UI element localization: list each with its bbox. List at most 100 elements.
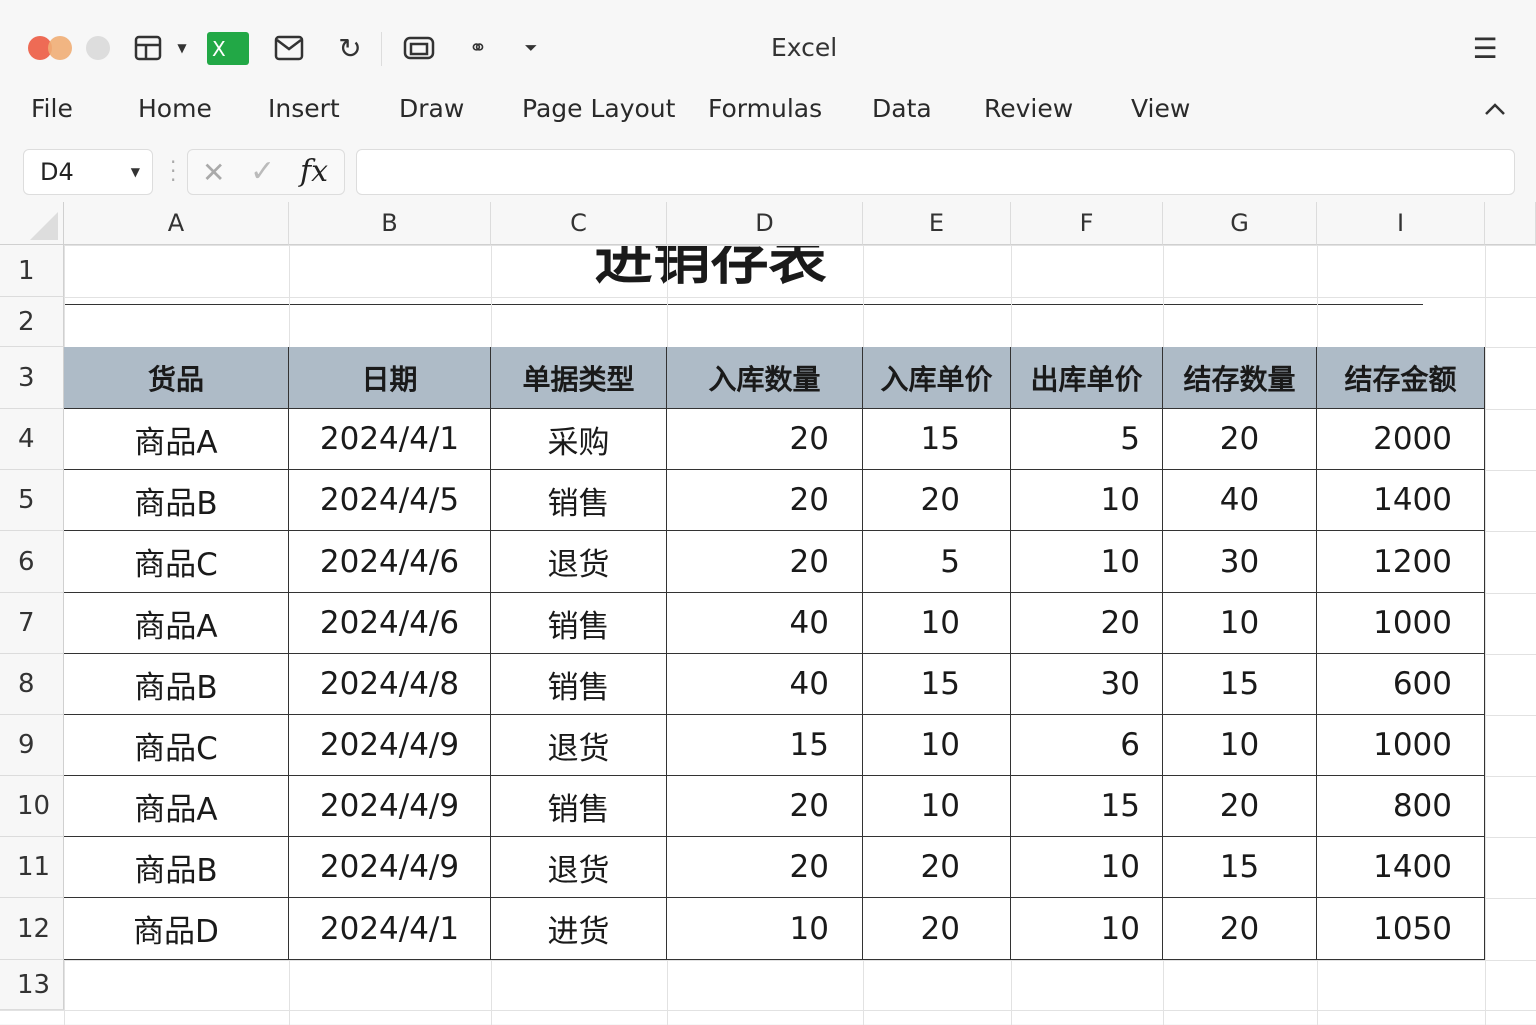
row-header-3[interactable]: 3 bbox=[0, 347, 64, 409]
table-cell[interactable]: 采购 bbox=[491, 409, 667, 470]
name-box-dropdown-icon[interactable]: ▼ bbox=[131, 165, 140, 179]
table-cell[interactable]: 15 bbox=[863, 654, 1011, 715]
table-cell[interactable]: 商品A bbox=[64, 409, 289, 470]
table-cell[interactable]: 6 bbox=[1011, 715, 1163, 776]
table-cell[interactable]: 5 bbox=[1011, 409, 1163, 470]
table-cell[interactable]: 商品A bbox=[64, 593, 289, 654]
table-cell[interactable]: 销售 bbox=[491, 593, 667, 654]
table-cell[interactable]: 10 bbox=[863, 715, 1011, 776]
menu-file[interactable]: File bbox=[31, 94, 73, 123]
table-cell[interactable]: 退货 bbox=[491, 715, 667, 776]
table-cell[interactable]: 进货 bbox=[491, 898, 667, 960]
table-cell[interactable]: 商品C bbox=[64, 715, 289, 776]
table-cell[interactable]: 20 bbox=[1011, 593, 1163, 654]
table-header-cell[interactable]: 入库数量 bbox=[667, 347, 863, 409]
row-header-11[interactable]: 11 bbox=[0, 837, 64, 898]
table-cell[interactable]: 20 bbox=[667, 531, 863, 593]
row-header-1[interactable]: 1 bbox=[0, 245, 64, 297]
table-cell[interactable]: 商品C bbox=[64, 531, 289, 593]
row-header-9[interactable]: 9 bbox=[0, 715, 64, 776]
menu-page-layout[interactable]: Page Layout bbox=[522, 94, 675, 123]
zoom-button[interactable] bbox=[86, 36, 110, 60]
table-cell[interactable]: 2024/4/6 bbox=[289, 531, 491, 593]
table-cell[interactable]: 1400 bbox=[1317, 837, 1485, 898]
table-cell[interactable]: 15 bbox=[863, 409, 1011, 470]
table-cell[interactable]: 20 bbox=[1163, 898, 1317, 960]
filter-icon[interactable]: ⏷ bbox=[520, 32, 542, 64]
row-header-2[interactable]: 2 bbox=[0, 297, 64, 347]
table-cell[interactable]: 10 bbox=[1163, 715, 1317, 776]
table-cell[interactable]: 10 bbox=[863, 776, 1011, 837]
collapse-ribbon-icon[interactable] bbox=[1484, 100, 1506, 122]
table-cell[interactable]: 1000 bbox=[1317, 715, 1485, 776]
table-cell[interactable]: 10 bbox=[667, 898, 863, 960]
formula-input[interactable] bbox=[356, 149, 1515, 195]
selected-cell-D4[interactable]: 20 bbox=[667, 409, 863, 470]
redo-icon[interactable]: ↻ bbox=[334, 32, 366, 65]
table-cell[interactable]: 商品B bbox=[64, 654, 289, 715]
table-cell[interactable]: 30 bbox=[1011, 654, 1163, 715]
table-cell[interactable]: 20 bbox=[1163, 409, 1317, 470]
table-cell[interactable]: 退货 bbox=[491, 837, 667, 898]
row-header-12[interactable]: 12 bbox=[0, 898, 64, 960]
menu-data[interactable]: Data bbox=[872, 94, 932, 123]
table-cell[interactable]: 商品B bbox=[64, 837, 289, 898]
table-cell[interactable]: 销售 bbox=[491, 470, 667, 531]
column-header-F[interactable]: F bbox=[1011, 202, 1163, 245]
column-header-B[interactable]: B bbox=[289, 202, 491, 245]
table-cell[interactable]: 15 bbox=[1163, 837, 1317, 898]
column-header-E[interactable]: E bbox=[863, 202, 1011, 245]
column-header-C[interactable]: C bbox=[491, 202, 667, 245]
table-cell[interactable]: 600 bbox=[1317, 654, 1485, 715]
table-cell[interactable]: 40 bbox=[1163, 470, 1317, 531]
shapes-icon[interactable]: ⚭ bbox=[463, 32, 493, 64]
table-header-cell[interactable]: 入库单价 bbox=[863, 347, 1011, 409]
table-cell[interactable]: 30 bbox=[1163, 531, 1317, 593]
minimize-button[interactable] bbox=[48, 36, 72, 60]
confirm-icon[interactable]: ✓ bbox=[250, 154, 275, 189]
menu-formulas[interactable]: Formulas bbox=[708, 94, 822, 123]
table-cell[interactable]: 2024/4/9 bbox=[289, 776, 491, 837]
table-cell[interactable]: 商品B bbox=[64, 470, 289, 531]
table-cell[interactable]: 10 bbox=[1011, 898, 1163, 960]
table-cell[interactable]: 2024/4/8 bbox=[289, 654, 491, 715]
row-header-7[interactable]: 7 bbox=[0, 593, 64, 654]
menu-view[interactable]: View bbox=[1131, 94, 1190, 123]
column-header-A[interactable]: A bbox=[64, 202, 289, 245]
name-box[interactable]: D4 ▼ bbox=[23, 149, 153, 195]
table-cell[interactable]: 20 bbox=[863, 837, 1011, 898]
table-header-cell[interactable]: 单据类型 bbox=[491, 347, 667, 409]
dropdown-icon[interactable]: ▼ bbox=[172, 32, 192, 64]
table-header-cell[interactable]: 结存金额 bbox=[1317, 347, 1485, 409]
row-header-8[interactable]: 8 bbox=[0, 654, 64, 715]
menu-review[interactable]: Review bbox=[984, 94, 1073, 123]
table-cell[interactable]: 10 bbox=[863, 593, 1011, 654]
table-header-cell[interactable]: 结存数量 bbox=[1163, 347, 1317, 409]
table-cell[interactable]: 2024/4/5 bbox=[289, 470, 491, 531]
column-header-I[interactable]: I bbox=[1317, 202, 1485, 245]
row-header-4[interactable]: 4 bbox=[0, 409, 64, 470]
mail-icon[interactable] bbox=[272, 32, 306, 64]
select-all-corner[interactable] bbox=[0, 202, 64, 245]
layout-icon[interactable] bbox=[132, 32, 164, 64]
row-header-10[interactable]: 10 bbox=[0, 776, 64, 837]
table-cell[interactable]: 10 bbox=[1163, 593, 1317, 654]
hamburger-menu-icon[interactable]: ☰ bbox=[1470, 32, 1500, 65]
window-icon[interactable] bbox=[402, 32, 436, 64]
menu-home[interactable]: Home bbox=[138, 94, 212, 123]
table-cell[interactable]: 5 bbox=[863, 531, 1011, 593]
table-cell[interactable]: 20 bbox=[667, 776, 863, 837]
fx-icon[interactable]: fx bbox=[300, 154, 328, 189]
table-cell[interactable]: 销售 bbox=[491, 776, 667, 837]
menu-draw[interactable]: Draw bbox=[399, 94, 464, 123]
column-header-extra[interactable] bbox=[1485, 202, 1536, 245]
table-cell[interactable]: 10 bbox=[1011, 531, 1163, 593]
table-cell[interactable]: 20 bbox=[863, 470, 1011, 531]
table-cell[interactable]: 10 bbox=[1011, 470, 1163, 531]
row-header-5[interactable]: 5 bbox=[0, 470, 64, 531]
row-header-6[interactable]: 6 bbox=[0, 531, 64, 593]
table-cell[interactable]: 2024/4/9 bbox=[289, 715, 491, 776]
table-cell[interactable]: 20 bbox=[863, 898, 1011, 960]
column-header-G[interactable]: G bbox=[1163, 202, 1317, 245]
menu-insert[interactable]: Insert bbox=[268, 94, 340, 123]
